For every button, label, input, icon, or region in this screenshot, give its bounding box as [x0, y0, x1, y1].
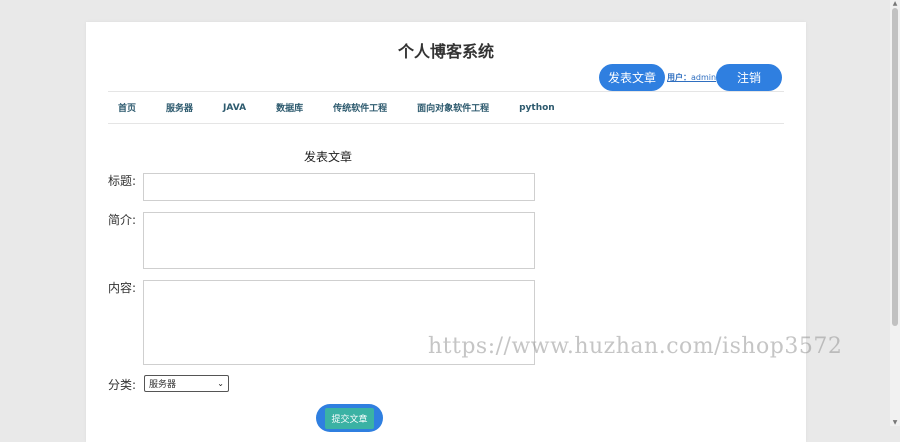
summary-label: 简介:	[108, 213, 137, 227]
main-nav: 首页 服务器 JAVA 数据库 传统软件工程 面向对象软件工程 python	[108, 91, 784, 124]
scroll-thumb[interactable]	[892, 8, 898, 326]
username: admin	[691, 73, 717, 82]
user-prefix: 用户：	[667, 73, 691, 82]
title-input[interactable]	[143, 173, 535, 201]
nav-item-java[interactable]: JAVA	[223, 103, 246, 113]
nav-item-python[interactable]: python	[519, 103, 555, 113]
page-scrollbar[interactable]: ▲ ▼	[890, 0, 900, 426]
category-select[interactable]: 服务器 ⌄	[144, 375, 229, 392]
scroll-up-icon[interactable]: ▲	[891, 0, 899, 7]
content-label: 内容:	[108, 281, 137, 295]
logout-button[interactable]: 注销	[716, 64, 782, 91]
submit-label: 提交文章	[325, 407, 374, 429]
user-link[interactable]: 用户：admin	[667, 72, 716, 83]
nav-item-home[interactable]: 首页	[118, 101, 136, 114]
category-selected-value: 服务器	[149, 380, 177, 390]
form-heading: 发表文章	[304, 150, 353, 164]
nav-item-server[interactable]: 服务器	[166, 101, 193, 114]
chevron-down-icon: ⌄	[217, 379, 224, 388]
summary-textarea[interactable]	[143, 212, 535, 269]
nav-item-database[interactable]: 数据库	[276, 101, 303, 114]
watermark-text: https://www.huzhan.com/ishop3572	[428, 334, 843, 359]
publish-article-button[interactable]: 发表文章	[599, 64, 665, 91]
category-label: 分类:	[108, 378, 137, 392]
main-card: 个人博客系统 发表文章 用户：admin 注销 首页 服务器 JAVA 数据库 …	[86, 22, 806, 442]
title-label: 标题:	[108, 174, 137, 188]
submit-article-button[interactable]: 提交文章	[316, 404, 383, 432]
site-title: 个人博客系统	[397, 42, 494, 61]
scroll-down-icon[interactable]: ▼	[891, 419, 899, 426]
nav-item-oo-se[interactable]: 面向对象软件工程	[417, 101, 489, 114]
nav-item-traditional-se[interactable]: 传统软件工程	[333, 101, 387, 114]
